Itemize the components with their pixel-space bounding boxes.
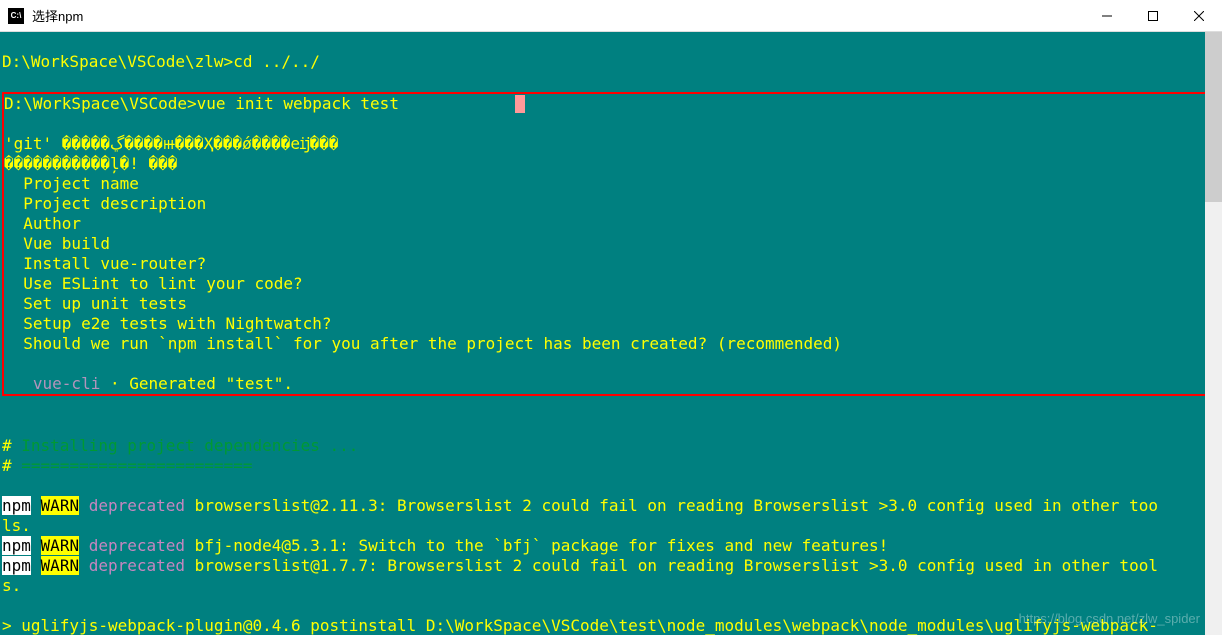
postinstall-line: uglifyjs-webpack-plugin@0.4.6 postinstal… xyxy=(21,616,1158,635)
terminal-line: npm WARN deprecated bfj-node4@5.3.1: Swi… xyxy=(2,536,1222,556)
deprecated-label: deprecated xyxy=(89,496,185,515)
warn-label: WARN xyxy=(41,496,80,515)
prompt-text: D:\WorkSpace\VSCode> xyxy=(4,94,197,113)
terminal-line xyxy=(2,32,1222,52)
deprecated-label: deprecated xyxy=(89,556,185,575)
terminal-line: Project name xyxy=(4,174,1220,194)
terminal-line: Vue build xyxy=(4,234,1220,254)
terminal-line: # Installing project dependencies ... xyxy=(2,436,1222,456)
window-titlebar: C:\ 选择npm xyxy=(0,0,1222,32)
terminal-line xyxy=(2,396,1222,416)
window-controls xyxy=(1084,0,1222,31)
window-title: 选择npm xyxy=(32,6,1084,25)
npm-label: npm xyxy=(2,496,31,515)
watermark-text: https://blog.csdn.net/zlw_spider xyxy=(1019,609,1200,629)
terminal-area[interactable]: D:\WorkSpace\VSCode\zlw>cd ../../ D:\Wor… xyxy=(0,32,1222,635)
terminal-line xyxy=(2,72,1222,92)
terminal-line: �����������ļ�! ��� xyxy=(4,154,1220,174)
command-text: cd ../../ xyxy=(233,52,320,71)
terminal-line: Use ESLint to lint your code? xyxy=(4,274,1220,294)
cursor-icon xyxy=(515,95,525,113)
terminal-line: D:\WorkSpace\VSCode\zlw>cd ../../ xyxy=(2,52,1222,72)
terminal-line xyxy=(2,476,1222,496)
terminal-line xyxy=(4,354,1220,374)
vertical-scrollbar[interactable] xyxy=(1205,32,1222,635)
install-msg: Installing project dependencies ... xyxy=(12,436,359,455)
prompt-text: D:\WorkSpace\VSCode\zlw> xyxy=(2,52,233,71)
terminal-line: Project description xyxy=(4,194,1220,214)
terminal-line: npm WARN deprecated browserslist@1.7.7: … xyxy=(2,556,1222,576)
warn-label: WARN xyxy=(41,536,80,555)
npm-label: npm xyxy=(2,536,31,555)
terminal-line: npm WARN deprecated browserslist@2.11.3:… xyxy=(2,496,1222,516)
terminal-line xyxy=(2,416,1222,436)
npm-label: npm xyxy=(2,556,31,575)
scrollbar-thumb[interactable] xyxy=(1205,32,1222,202)
terminal-line: Install vue-router? xyxy=(4,254,1220,274)
terminal-line: vue-cli · Generated "test". xyxy=(4,374,1220,394)
terminal-line: Setup e2e tests with Nightwatch? xyxy=(4,314,1220,334)
terminal-line: Set up unit tests xyxy=(4,294,1220,314)
terminal-line: D:\WorkSpace\VSCode>vue init webpack tes… xyxy=(4,94,1220,114)
minimize-button[interactable] xyxy=(1084,0,1130,31)
highlight-box: D:\WorkSpace\VSCode>vue init webpack tes… xyxy=(2,92,1222,396)
terminal-line: Should we run `npm install` for you afte… xyxy=(4,334,1220,354)
close-button[interactable] xyxy=(1176,0,1222,31)
vue-cli-label: vue-cli xyxy=(4,374,100,393)
deprecated-label: deprecated xyxy=(89,536,185,555)
terminal-line: Author xyxy=(4,214,1220,234)
terminal-line: 'git' �����ڲ����ⲿ���Ҳ���ǿ����еĳ��� xyxy=(4,134,1220,154)
command-text: vue init webpack test xyxy=(197,94,399,113)
terminal-line: # ======================== xyxy=(2,456,1222,476)
warn-label: WARN xyxy=(41,556,80,575)
terminal-line xyxy=(4,114,1220,134)
terminal-line: ls. xyxy=(2,516,1222,536)
cmd-icon: C:\ xyxy=(8,8,24,24)
maximize-button[interactable] xyxy=(1130,0,1176,31)
generated-msg: Generated "test". xyxy=(129,374,293,393)
terminal-content: D:\WorkSpace\VSCode\zlw>cd ../../ D:\Wor… xyxy=(0,32,1222,635)
terminal-line: s. xyxy=(2,576,1222,596)
